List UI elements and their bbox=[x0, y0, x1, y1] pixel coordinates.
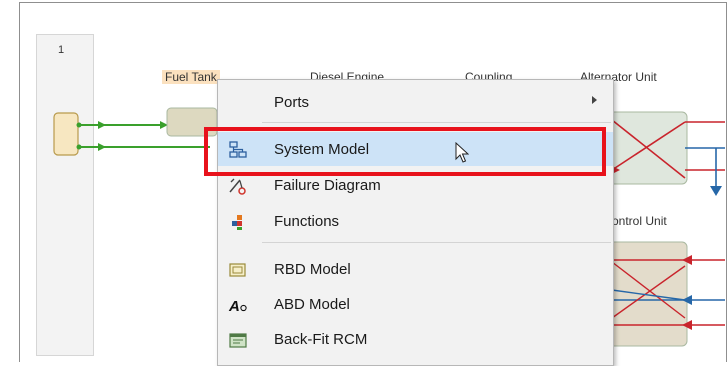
failure-diagram-icon bbox=[228, 176, 248, 196]
functions-icon bbox=[228, 212, 248, 232]
menu-separator bbox=[262, 242, 611, 243]
control-unit-label[interactable]: ontrol Unit bbox=[612, 214, 667, 228]
menu-item-functions[interactable]: Functions bbox=[218, 204, 613, 238]
annotation-highlight-box bbox=[204, 127, 606, 176]
menu-item-back-fit-rcm[interactable]: Back-Fit RCM bbox=[218, 322, 613, 356]
menu-separator bbox=[262, 122, 611, 123]
menu-item-label: Ports bbox=[274, 94, 310, 111]
menu-item-label: Failure Diagram bbox=[274, 177, 381, 194]
fuel-tank-label[interactable]: Fuel Tank bbox=[162, 70, 220, 84]
svg-text:A: A bbox=[228, 298, 240, 315]
menu-item-label: RBD Model bbox=[274, 261, 351, 278]
menu-item-label: Back-Fit RCM bbox=[274, 331, 368, 348]
menu-item-label: ABD Model bbox=[274, 296, 350, 313]
menu-item-ports[interactable]: Ports bbox=[218, 85, 613, 119]
abd-model-icon: A bbox=[228, 295, 248, 315]
back-fit-rcm-icon bbox=[228, 330, 248, 350]
context-menu: Ports System Model Failure Diagram Funct… bbox=[217, 79, 614, 366]
menu-item-abd-model[interactable]: A ABD Model bbox=[218, 287, 613, 321]
submenu-arrow-icon bbox=[592, 96, 597, 104]
menu-item-rbd-model[interactable]: RBD Model bbox=[218, 252, 613, 286]
menu-item-label: Functions bbox=[274, 213, 340, 230]
rbd-model-icon bbox=[228, 260, 248, 280]
